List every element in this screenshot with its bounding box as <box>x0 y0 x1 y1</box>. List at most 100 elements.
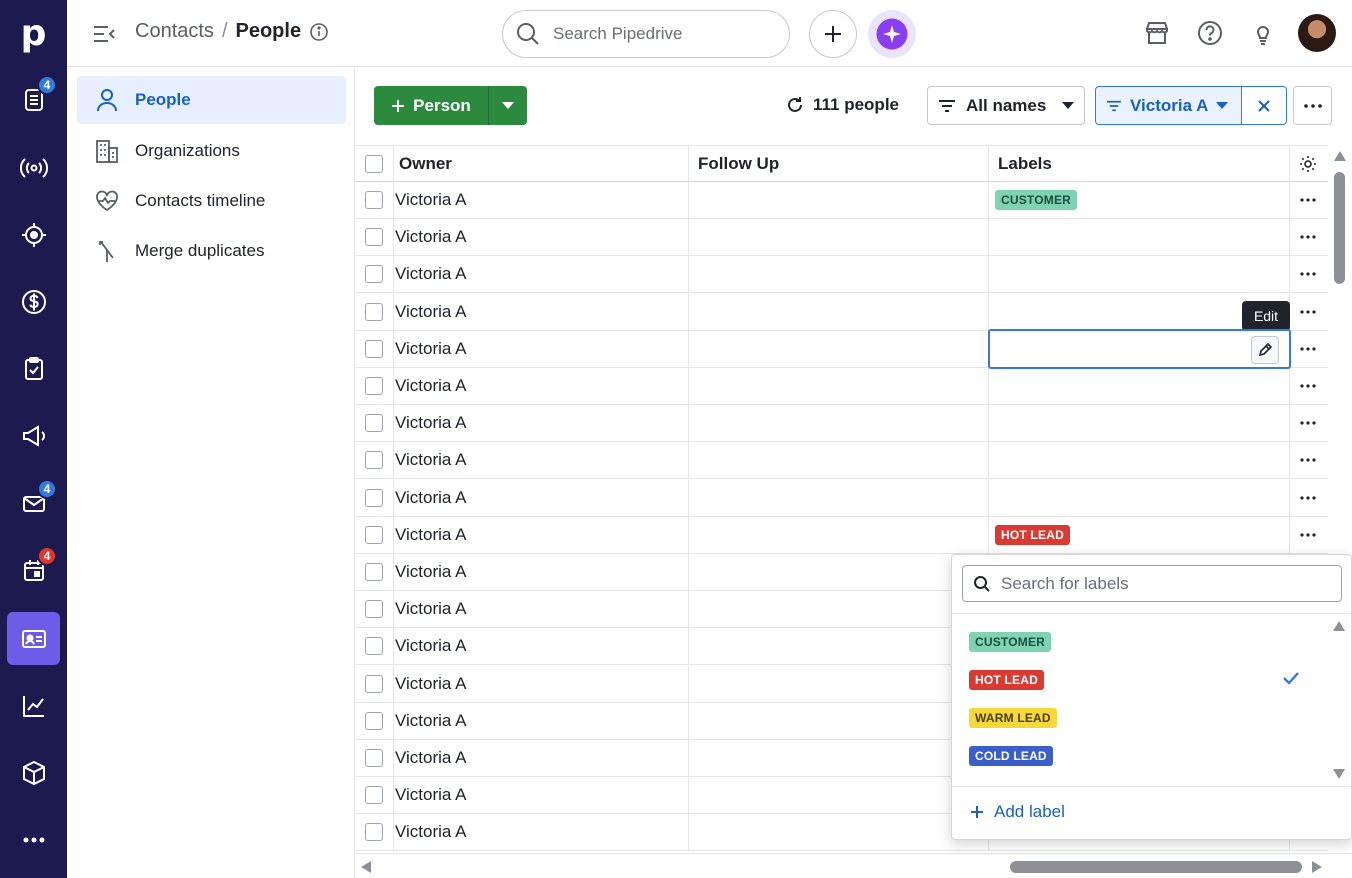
row-checkbox[interactable] <box>365 823 383 842</box>
row-actions-button[interactable] <box>1298 294 1318 330</box>
rail-activities[interactable] <box>7 342 60 395</box>
rail-products[interactable] <box>7 746 60 799</box>
column-header-owner[interactable]: Owner <box>394 146 689 182</box>
row-actions-button[interactable] <box>1298 256 1318 292</box>
labels-cell[interactable] <box>989 219 1290 256</box>
global-search[interactable] <box>502 10 790 58</box>
add-person-button[interactable]: Person <box>374 86 489 125</box>
follow-up-cell[interactable] <box>689 219 989 256</box>
owner-cell[interactable]: Victoria A <box>394 628 689 665</box>
owner-cell[interactable]: Victoria A <box>394 740 689 776</box>
row-checkbox[interactable] <box>365 414 383 433</box>
owner-cell[interactable]: Victoria A <box>394 777 689 814</box>
sidebar-item-merge-duplicates[interactable]: Merge duplicates <box>77 227 346 275</box>
owner-filter-dropdown[interactable]: Victoria A <box>1096 87 1243 124</box>
labels-cell[interactable] <box>989 405 1290 442</box>
follow-up-cell[interactable] <box>689 182 989 218</box>
owner-cell[interactable]: Victoria A <box>394 256 689 293</box>
tips-button[interactable] <box>1248 18 1278 48</box>
follow-up-cell[interactable] <box>689 405 989 442</box>
labels-cell[interactable] <box>989 479 1290 516</box>
row-actions-button[interactable] <box>1298 182 1318 218</box>
column-settings-button[interactable] <box>1290 146 1328 182</box>
follow-up-cell[interactable] <box>689 256 989 293</box>
dropdown-scroll-down-icon[interactable] <box>1333 769 1345 779</box>
column-header-follow-up[interactable]: Follow Up <box>689 146 989 182</box>
table-row[interactable]: Victoria A <box>355 219 1328 257</box>
row-checkbox[interactable] <box>365 377 383 395</box>
owner-cell[interactable]: Victoria A <box>394 814 689 851</box>
owner-cell[interactable]: Victoria A <box>394 219 689 256</box>
owner-cell[interactable]: Victoria A <box>394 293 689 330</box>
refresh-icon[interactable] <box>785 95 805 115</box>
label-search[interactable] <box>962 565 1342 602</box>
rail-radar[interactable] <box>7 141 60 194</box>
follow-up-cell[interactable] <box>689 702 989 739</box>
row-checkbox[interactable] <box>365 451 383 470</box>
row-checkbox[interactable] <box>365 637 383 656</box>
labels-cell-editing[interactable] <box>988 329 1291 369</box>
search-input[interactable] <box>553 24 773 44</box>
table-row[interactable]: Victoria A <box>355 368 1328 405</box>
table-row[interactable]: Victoria A <box>355 479 1328 517</box>
sidebar-item-contacts-timeline[interactable]: Contacts timeline <box>77 177 346 225</box>
row-checkbox[interactable] <box>365 711 383 730</box>
labels-cell[interactable] <box>989 256 1290 293</box>
owner-cell[interactable]: Victoria A <box>394 591 689 628</box>
owner-cell[interactable]: Victoria A <box>394 330 689 367</box>
owner-cell[interactable]: Victoria A <box>394 182 689 218</box>
owner-cell[interactable]: Victoria A <box>394 554 689 590</box>
row-actions-button[interactable] <box>1298 480 1318 516</box>
rail-deals[interactable] <box>7 208 60 261</box>
follow-up-cell[interactable] <box>689 442 989 479</box>
label-option-cold-lead[interactable]: COLD LEAD <box>969 744 1053 768</box>
name-filter-dropdown[interactable]: All names <box>927 86 1085 125</box>
row-checkbox[interactable] <box>365 525 383 544</box>
row-checkbox[interactable] <box>365 749 383 767</box>
table-row[interactable]: Victoria A <box>355 442 1328 480</box>
row-checkbox[interactable] <box>365 228 383 247</box>
row-checkbox[interactable] <box>365 265 383 284</box>
dropdown-scroll-up-icon[interactable] <box>1333 621 1345 631</box>
label-option-customer[interactable]: CUSTOMER <box>969 630 1052 654</box>
quick-add-button[interactable] <box>809 10 857 58</box>
follow-up-cell[interactable] <box>689 554 989 590</box>
pipedrive-logo[interactable]: p <box>0 0 67 66</box>
rail-campaigns[interactable] <box>7 409 60 462</box>
label-search-input[interactable] <box>1001 573 1321 594</box>
edit-button[interactable] <box>1251 336 1279 364</box>
row-checkbox[interactable] <box>365 600 383 619</box>
follow-up-cell[interactable] <box>689 330 989 367</box>
more-actions-button[interactable] <box>1293 86 1332 125</box>
follow-up-cell[interactable] <box>689 628 989 665</box>
add-options-button[interactable] <box>489 86 527 125</box>
rail-insights[interactable] <box>7 679 60 732</box>
owner-cell[interactable]: Victoria A <box>394 665 689 702</box>
follow-up-cell[interactable] <box>689 740 989 776</box>
clear-filter-button[interactable] <box>1242 87 1286 124</box>
follow-up-cell[interactable] <box>689 368 989 404</box>
follow-up-cell[interactable] <box>689 516 989 553</box>
owner-cell[interactable]: Victoria A <box>394 442 689 479</box>
help-button[interactable] <box>1195 18 1225 48</box>
follow-up-cell[interactable] <box>689 665 989 702</box>
rail-leads[interactable]: 4 <box>7 73 60 126</box>
vertical-scroll-thumb[interactable] <box>1334 172 1345 284</box>
ai-assistant-button[interactable] <box>868 10 916 58</box>
label-option-warm-lead[interactable]: WARM LEAD <box>969 706 1057 730</box>
row-actions-button[interactable] <box>1298 517 1318 553</box>
row-checkbox[interactable] <box>365 488 383 507</box>
add-label-button[interactable]: Add label <box>970 802 1065 822</box>
table-row[interactable]: Victoria A <box>355 256 1328 294</box>
collapse-menu-button[interactable] <box>91 21 117 47</box>
table-row[interactable]: Victoria A HOT LEAD <box>355 516 1328 554</box>
marketplace-button[interactable] <box>1142 18 1172 48</box>
owner-cell[interactable]: Victoria A <box>394 368 689 404</box>
labels-cell[interactable]: HOT LEAD <box>989 516 1290 553</box>
rail-more[interactable] <box>7 813 60 866</box>
owner-cell[interactable]: Victoria A <box>394 702 689 739</box>
owner-cell[interactable]: Victoria A <box>394 405 689 442</box>
column-header-labels[interactable]: Labels <box>989 146 1290 182</box>
labels-cell[interactable]: CUSTOMER <box>989 182 1290 218</box>
table-row[interactable]: Victoria A <box>355 405 1328 443</box>
